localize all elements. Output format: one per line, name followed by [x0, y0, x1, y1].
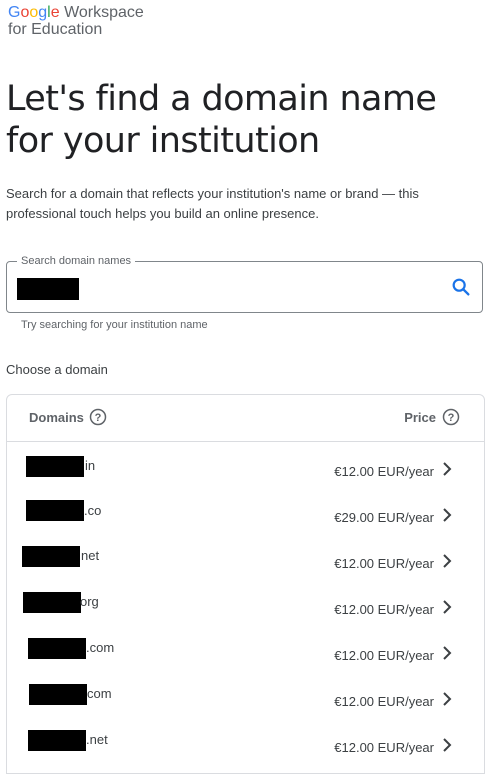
svg-text:?: ?	[95, 412, 102, 424]
logo-letter: e	[50, 4, 60, 21]
chevron-right-icon	[443, 738, 452, 752]
price-column-header: Price	[404, 410, 436, 425]
domain-price: €12.00 EUR/year	[334, 602, 434, 617]
redacted-domain-name	[28, 638, 86, 659]
search-helper-text: Try searching for your institution name	[21, 319, 208, 331]
domain-search-input[interactable]	[17, 278, 79, 300]
redacted-domain-name	[26, 456, 84, 477]
domain-row[interactable]: com €12.00 EUR/year	[7, 672, 484, 718]
search-button[interactable]	[450, 276, 472, 298]
google-workspace-logo: Google Workspace for Education	[8, 4, 144, 38]
page-description: Search for a domain that reflects your i…	[6, 186, 419, 221]
domain-price: €12.00 EUR/year	[334, 464, 434, 479]
domains-column-header: Domains	[29, 410, 84, 425]
education-wordmark: for Education	[8, 21, 103, 38]
domain-price: €12.00 EUR/year	[334, 556, 434, 571]
google-wordmark: Google	[8, 4, 64, 21]
help-icon[interactable]: ?	[442, 408, 460, 426]
chevron-right-icon	[443, 692, 452, 706]
domain-suffix: in	[85, 458, 96, 473]
help-icon[interactable]: ?	[89, 408, 107, 426]
domain-row[interactable]: .net €12.00 EUR/year	[7, 718, 484, 764]
domain-suffix: org	[80, 594, 99, 609]
domain-row[interactable]: org €12.00 EUR/year	[7, 580, 484, 626]
chevron-right-icon	[443, 462, 452, 476]
domain-table: Domains ? Price ? in €12.00 EUR/year .co…	[6, 394, 485, 774]
domain-row[interactable]: .co €29.00 EUR/year	[7, 488, 484, 534]
domain-suffix: com	[87, 686, 112, 701]
domain-suffix: .co	[84, 503, 102, 518]
domain-row[interactable]: .com €12.00 EUR/year	[7, 626, 484, 672]
search-icon	[452, 278, 470, 296]
choose-domain-label: Choose a domain	[6, 362, 108, 377]
svg-text:?: ?	[448, 412, 455, 424]
domain-row[interactable]: net €12.00 EUR/year	[7, 534, 484, 580]
redacted-domain-name	[29, 684, 87, 705]
workspace-wordmark: Workspace	[64, 4, 144, 21]
domain-price: €29.00 EUR/year	[334, 510, 434, 525]
search-field-label: Search domain names	[17, 254, 136, 268]
domain-price: €12.00 EUR/year	[334, 648, 434, 663]
chevron-right-icon	[443, 508, 452, 522]
domain-search-field[interactable]: Search domain names	[6, 254, 483, 313]
logo-letter: g	[38, 4, 48, 21]
domain-suffix: net	[81, 548, 100, 563]
domain-suffix: .net	[86, 732, 108, 747]
domain-suffix: .com	[86, 640, 115, 655]
redacted-domain-name	[23, 592, 81, 613]
logo-letter: o	[29, 4, 39, 21]
table-header: Domains ? Price ?	[7, 395, 484, 442]
domain-row[interactable]: in €12.00 EUR/year	[7, 442, 484, 488]
logo-letter: G	[8, 4, 21, 21]
redacted-domain-name	[22, 546, 80, 567]
domain-price: €12.00 EUR/year	[334, 694, 434, 709]
domain-price: €12.00 EUR/year	[334, 740, 434, 755]
chevron-right-icon	[443, 646, 452, 660]
redacted-domain-name	[26, 500, 84, 521]
chevron-right-icon	[443, 554, 452, 568]
chevron-right-icon	[443, 600, 452, 614]
redacted-domain-name	[28, 730, 86, 751]
page-title: Let's find a domain name for your instit…	[6, 79, 437, 161]
